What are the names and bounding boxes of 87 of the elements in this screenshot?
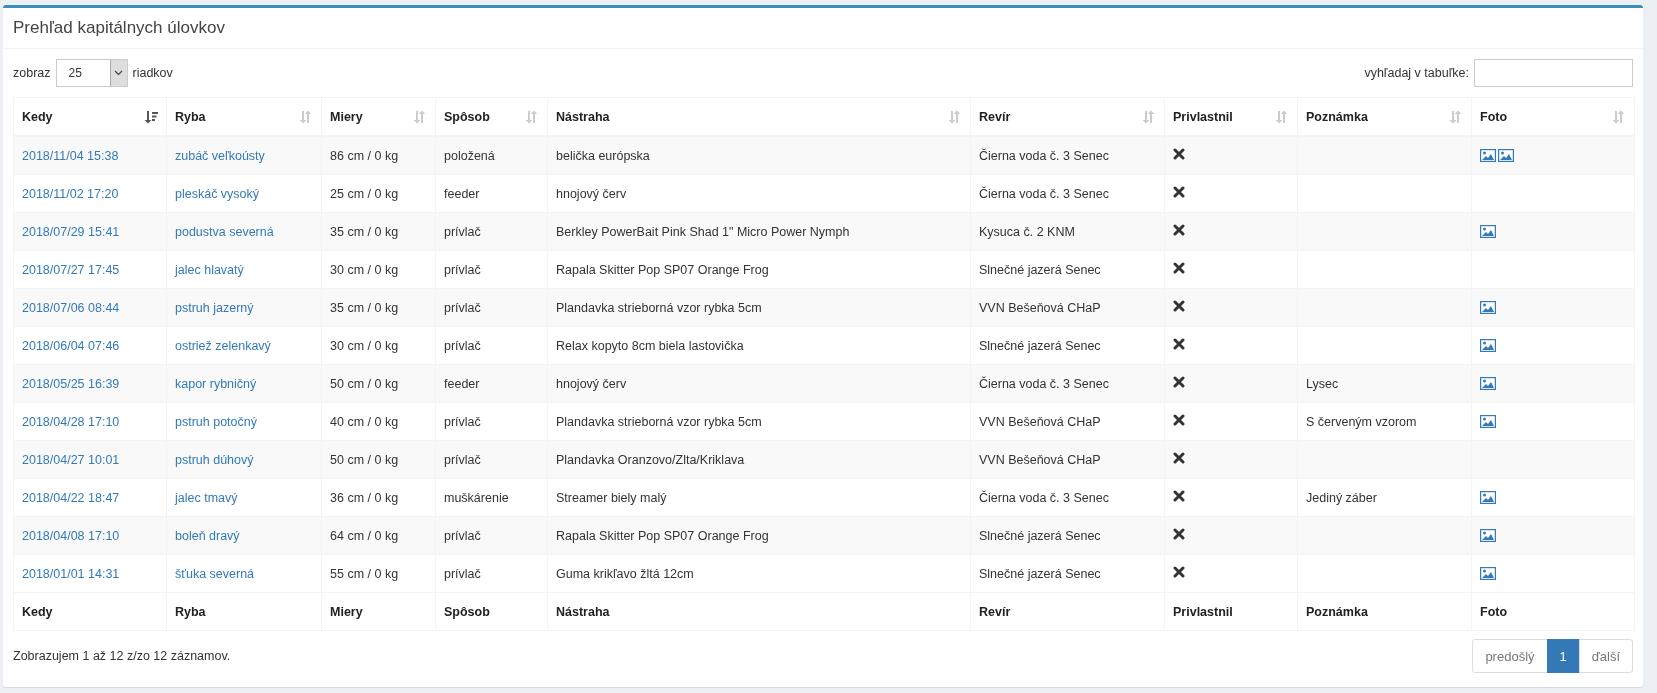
table-cell: hnojový červ [556,376,627,391]
column-footer: Foto [1480,604,1508,619]
table-cell: Berkley PowerBait Pink Shad 1" Micro Power Nymph [556,224,850,239]
image-icon[interactable] [1480,301,1496,314]
column-footer: Privlastnil [1173,604,1233,619]
table-cell: 50 cm / 0 kg [330,376,399,391]
table-cell: prívlač [444,528,481,543]
table-cell: 40 cm / 0 kg [330,414,399,429]
table-cell: hnojový červ [556,186,627,201]
fish-link[interactable]: pstruh jazerný [175,300,254,315]
table-cell: S červeným vzorom [1306,414,1417,429]
table-cell: Rapala Skitter Pop SP07 Orange Frog [556,528,769,543]
table-cell: Plandavka strieborná vzor rybka 5cm [556,300,762,315]
search-label: vyhľadaj v tabuľke: [1364,66,1469,80]
table-cell: Slnečné jazerá Senec [979,528,1101,543]
table-cell: Čierna voda č. 3 Senec [979,148,1109,163]
table-cell: VVN Bešeňová CHaP [979,300,1101,315]
search-field[interactable] [1474,59,1633,87]
panel-title: Prehľad kapitálnych úlovkov [13,18,225,38]
image-icon[interactable] [1498,149,1514,162]
image-icon[interactable] [1480,415,1496,428]
fish-link[interactable]: jalec tmavý [175,490,238,505]
column-footer: Ryba [175,604,206,619]
table-cell: feeder [444,376,480,391]
pagination-button[interactable]: ďalší [1578,639,1633,673]
table-cell: Lysec [1306,376,1339,391]
table-cell: prívlač [444,300,481,315]
image-icon[interactable] [1480,567,1496,580]
table-cell: 35 cm / 0 kg [330,300,399,315]
table-cell: Guma krikľavo žltá 12cm [556,566,694,581]
image-icon[interactable] [1480,491,1496,504]
table-cell: Relax kopyto 8cm biela lastovička [556,338,744,353]
table-cell: Čierna voda č. 3 Senec [979,490,1109,505]
table-cell: feeder [444,186,480,201]
table-cell: Rapala Skitter Pop SP07 Orange Frog [556,262,769,277]
table-cell: 25 cm / 0 kg [330,186,399,201]
table-cell: prívlač [444,414,481,429]
image-icon[interactable] [1480,529,1496,542]
fish-link[interactable]: jalec hlavatý [175,262,244,277]
image-icon[interactable] [1480,377,1496,390]
table-info: Zobrazujem 1 až 12 z/zo 12 záznamov. [13,649,231,663]
fish-link[interactable]: boleň dravý [175,528,240,543]
table-cell: prívlač [444,224,481,239]
fish-link[interactable]: pstruh dúhový [175,452,254,467]
table-cell: 35 cm / 0 kg [330,224,399,239]
column-footer: Nástraha [556,604,610,619]
table-cell: Streamer biely malý [556,490,667,505]
length-label: zobraz [13,66,51,80]
length-label: riadkov [132,66,173,80]
table-cell: prívlač [444,338,481,353]
table-cell: 86 cm / 0 kg [330,148,399,163]
table-cell: 36 cm / 0 kg [330,490,399,505]
table-cell: Slnečné jazerá Senec [979,262,1101,277]
table-cell: belička európska [556,148,650,163]
column-footer: Spôsob [444,604,490,619]
table-cell: Jediný záber [1306,490,1377,505]
table-cell: 30 cm / 0 kg [330,262,399,277]
pagination-button[interactable]: predošlý [1472,639,1548,673]
fish-link[interactable]: šťuka severná [175,566,255,581]
column-footer: Revír [979,604,1011,619]
column-footer: Miery [330,604,363,619]
table-cell: 30 cm / 0 kg [330,338,399,353]
table-cell: prívlač [444,262,481,277]
table-cell: Slnečné jazerá Senec [979,566,1101,581]
table-cell: 50 cm / 0 kg [330,452,399,467]
table-cell: prívlač [444,566,481,581]
table-cell: prívlač [444,452,481,467]
table-cell: VVN Bešeňová CHaP [979,452,1101,467]
image-icon[interactable] [1480,339,1496,352]
table-cell: položená [444,148,495,163]
table-cell: Čierna voda č. 3 Senec [979,376,1109,391]
caret-icon [109,60,127,86]
pagination-button[interactable]: 1 [1546,639,1580,673]
table-cell: Čierna voda č. 3 Senec [979,186,1109,201]
table-cell: 64 cm / 0 kg [330,528,399,543]
table-cell: Kysuca č. 2 KNM [979,224,1075,239]
image-icon[interactable] [1480,149,1496,162]
table-cell: muškárenie [444,490,509,505]
column-footer: Kedy [22,604,53,619]
table-cell: Plandavka strieborná vzor rybka 5cm [556,414,762,429]
table-cell: Slnečné jazerá Senec [979,338,1101,353]
image-icon[interactable] [1480,225,1496,238]
table-cell: Plandavka Oranzovo/Zlta/Kriklava [556,452,745,467]
table-cell: VVN Bešeňová CHaP [979,414,1101,429]
table-cell: 55 cm / 0 kg [330,566,399,581]
rows-select[interactable]: 25 [55,59,128,87]
column-footer: Poznámka [1306,604,1368,619]
